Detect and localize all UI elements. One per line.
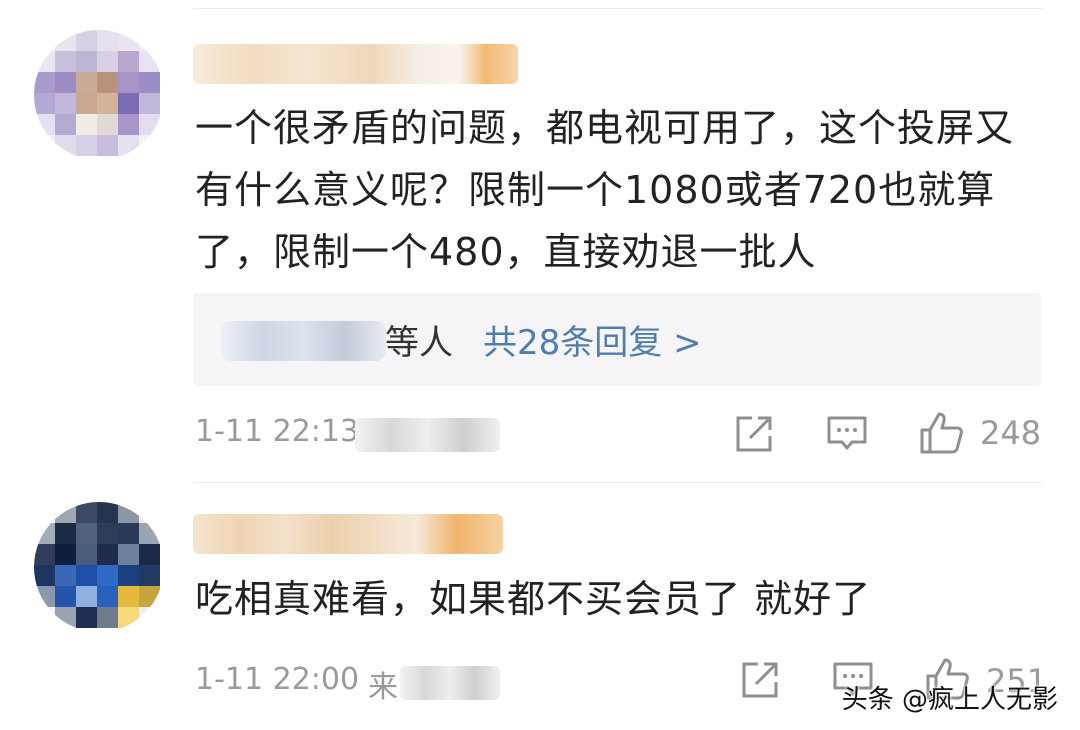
- reply-usernames-blurred: [221, 321, 386, 361]
- view-replies-link[interactable]: 共28条回复 >: [483, 315, 702, 364]
- comment-icon[interactable]: [826, 414, 868, 454]
- reply-preview[interactable]: 等人 共28条回复 >: [193, 293, 1041, 386]
- source-prefix: 来: [368, 670, 398, 705]
- comment-divider: [193, 482, 1043, 483]
- source-blurred: [355, 418, 500, 452]
- source-blurred: [400, 666, 500, 700]
- thumbs-up-icon[interactable]: [919, 410, 965, 456]
- like-count: 248: [980, 414, 1042, 452]
- username-blurred[interactable]: [193, 514, 503, 554]
- avatar[interactable]: [34, 30, 164, 160]
- comment-timestamp: 1-11 22:00: [195, 662, 360, 697]
- comment-text: 一个很矛盾的问题，都电视可用了，这个投屏又有什么意义呢？限制一个1080或者72…: [195, 106, 1015, 274]
- share-icon[interactable]: [734, 414, 774, 454]
- reply-suffix: 等人: [385, 323, 453, 363]
- comment-text: 吃相真难看，如果都不买会员了 就好了: [195, 577, 872, 621]
- avatar[interactable]: [34, 502, 164, 632]
- comment-timestamp: 1-11 22:13: [195, 414, 360, 449]
- top-divider: [193, 8, 1043, 9]
- share-icon[interactable]: [740, 660, 780, 700]
- username-blurred[interactable]: [193, 44, 518, 84]
- watermark: 头条 @疯上人无影: [841, 685, 1058, 715]
